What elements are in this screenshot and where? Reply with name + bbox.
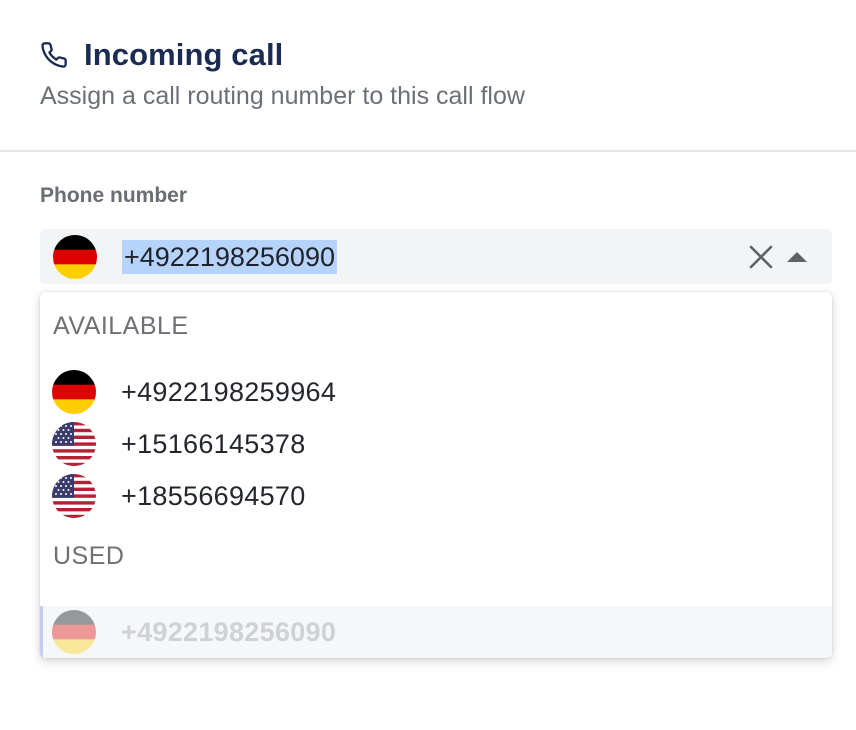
- phone-icon: [40, 40, 70, 70]
- select-actions: [746, 242, 810, 272]
- phone-number-select[interactable]: +4922198256090: [40, 229, 832, 284]
- menu-option[interactable]: +18556694570: [40, 470, 832, 522]
- us-flag-icon: [52, 422, 96, 466]
- menu-option-disabled: +4922198256090: [40, 606, 832, 658]
- phone-number-label: Phone number: [40, 184, 188, 207]
- option-label: +18556694570: [121, 480, 306, 511]
- menu-option[interactable]: +4922198259964: [40, 366, 832, 418]
- page-subtitle: Assign a call routing number to this cal…: [40, 82, 525, 110]
- group-header-used: USED: [53, 542, 125, 570]
- phone-number-input[interactable]: +4922198256090: [122, 239, 337, 274]
- germany-flag-icon: [52, 610, 96, 654]
- panel-header: Incoming call Assign a call routing numb…: [40, 36, 856, 111]
- option-label: +4922198256090: [121, 616, 337, 647]
- germany-flag-icon: [53, 234, 97, 279]
- chevron-up-icon[interactable]: [784, 242, 810, 272]
- group-header-available: AVAILABLE: [53, 312, 189, 340]
- germany-flag-icon: [52, 370, 96, 414]
- us-flag-icon: [52, 474, 96, 518]
- phone-number-menu: AVAILABLE +4922198259964 +15166145378 +1…: [40, 292, 832, 658]
- option-label: +15166145378: [121, 428, 306, 459]
- title-row: Incoming call: [40, 36, 856, 74]
- menu-option[interactable]: +15166145378: [40, 418, 832, 470]
- header-divider: [0, 150, 856, 152]
- clear-icon[interactable]: [746, 242, 776, 272]
- page-title: Incoming call: [84, 37, 284, 72]
- option-label: +4922198259964: [121, 376, 337, 407]
